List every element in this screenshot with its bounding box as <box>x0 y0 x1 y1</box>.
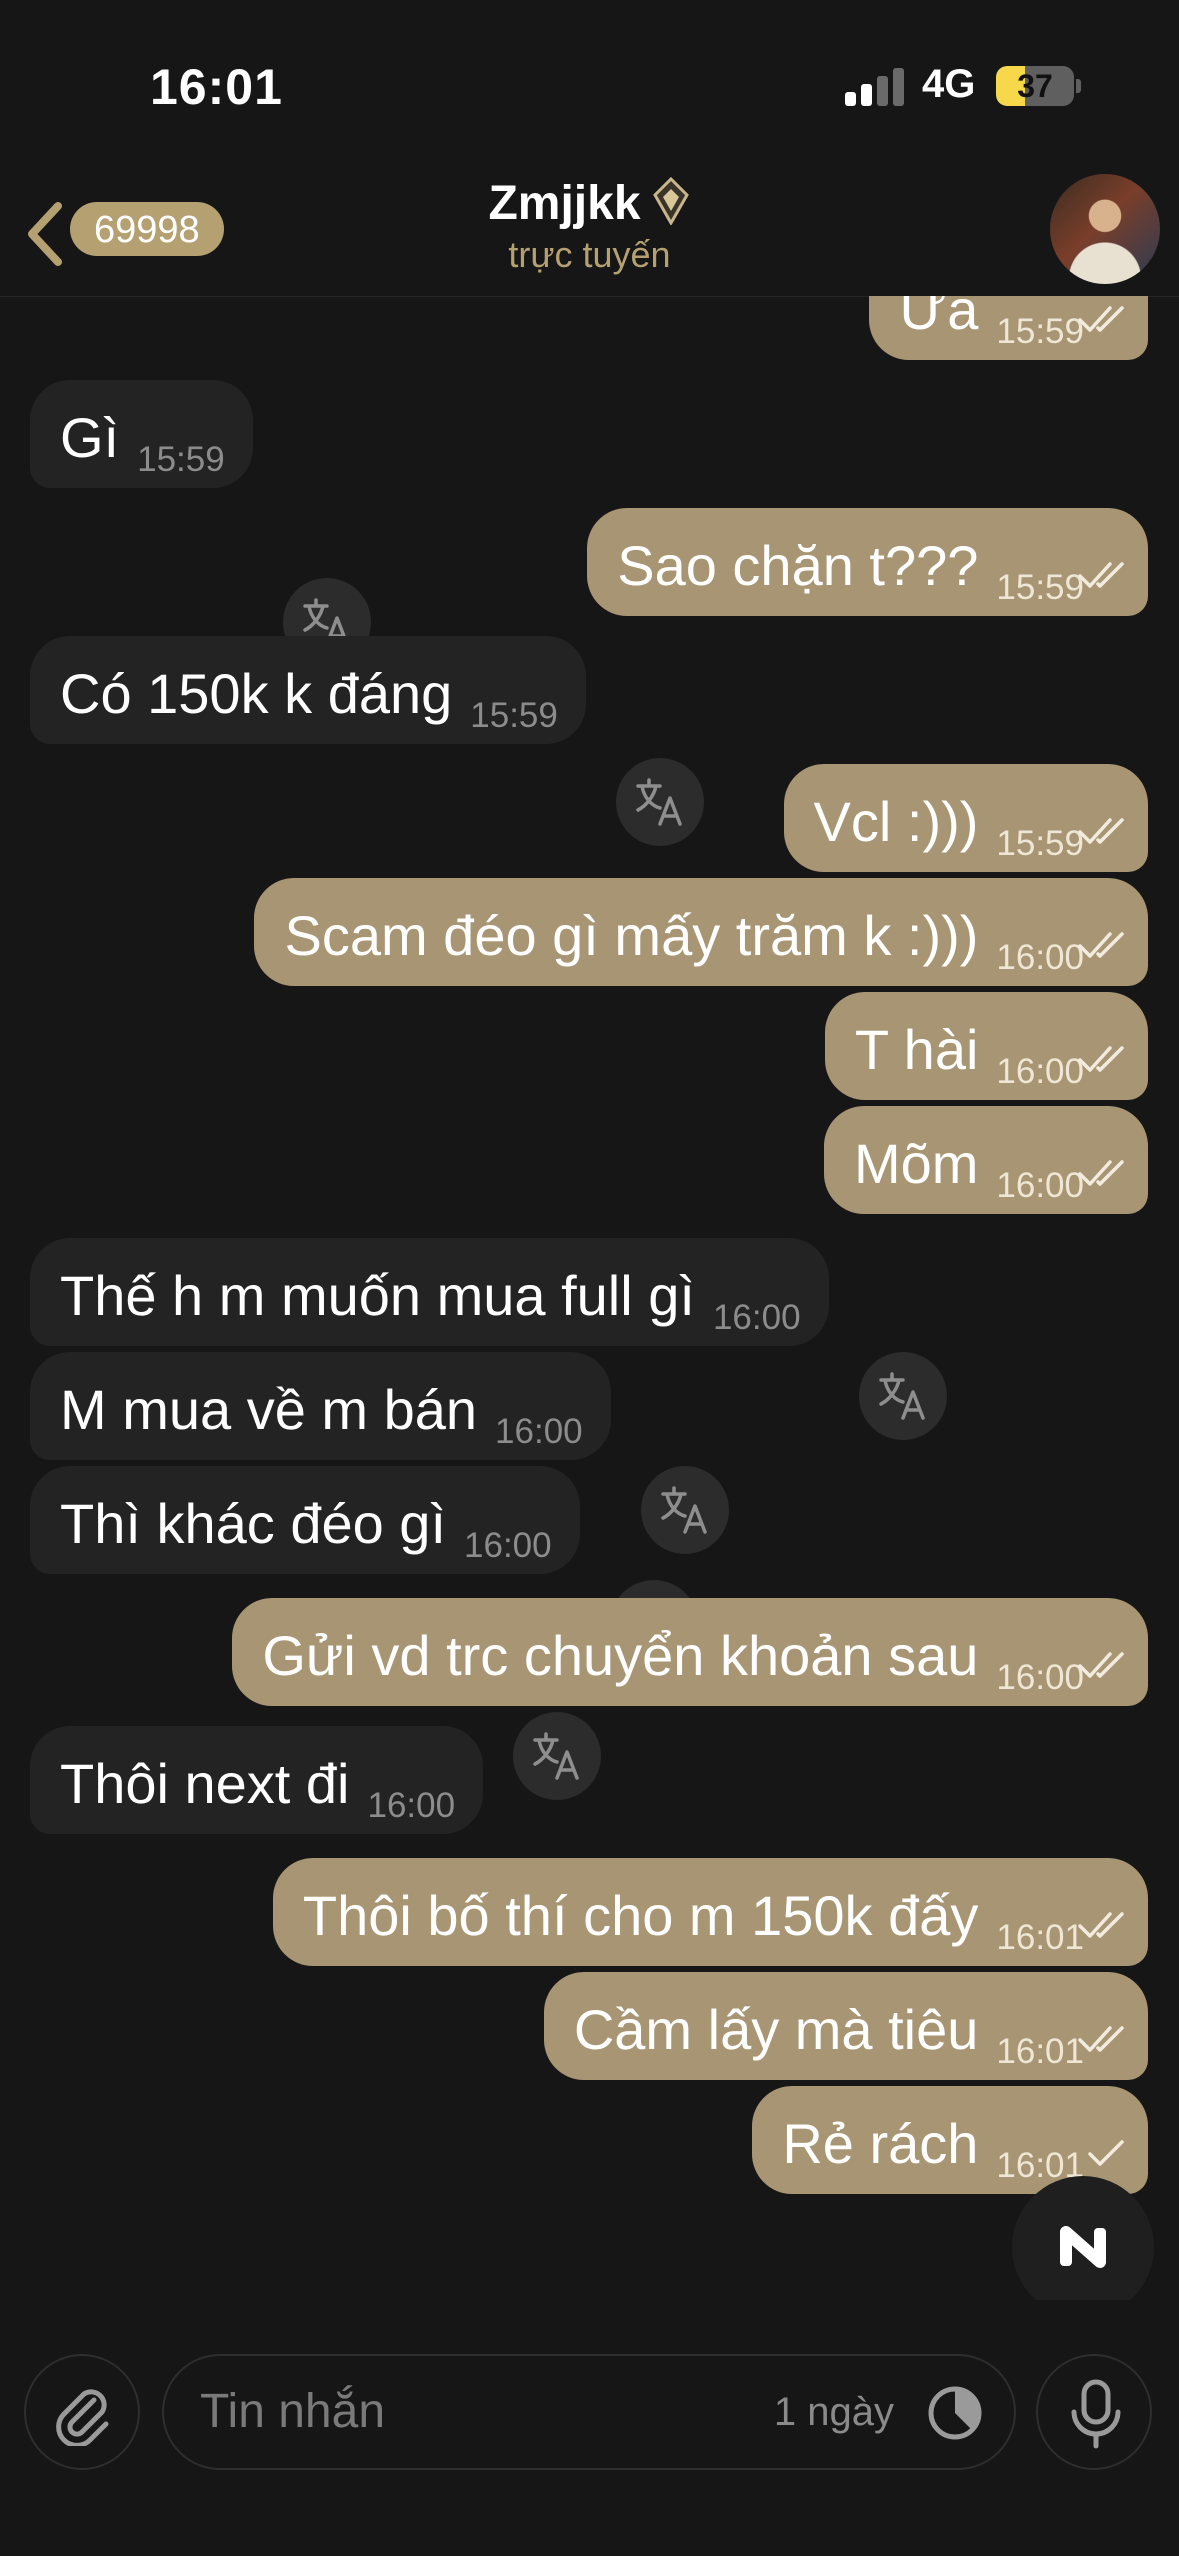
double-check-icon <box>1078 562 1124 588</box>
translate-button[interactable] <box>859 1352 947 1440</box>
self-destruct-timer-label[interactable]: 1 ngày <box>774 2356 894 2468</box>
message-text: Rẻ rách <box>782 2112 979 2176</box>
floating-app-button[interactable] <box>1012 2176 1154 2318</box>
message-text: Thế h m muốn mua full gì <box>60 1264 695 1328</box>
translate-button[interactable] <box>616 758 704 846</box>
contact-name: Zmjjkk <box>488 177 641 230</box>
message-text: Thôi next đi <box>60 1752 350 1816</box>
network-type: 4G <box>922 62 976 106</box>
check-icon <box>1088 2140 1124 2166</box>
message-time: 15:59 <box>996 568 1084 607</box>
incoming-message[interactable]: Có 150k k đáng 15:59 <box>30 636 586 744</box>
outgoing-message[interactable]: Scam đéo gì mấy trăm k :))) 16:00 <box>254 878 1148 986</box>
outgoing-message[interactable]: T hài 16:00 <box>824 992 1148 1100</box>
battery-icon: 37 <box>996 66 1074 106</box>
contact-avatar[interactable] <box>1050 174 1160 284</box>
attach-button[interactable] <box>24 2354 140 2470</box>
incoming-message[interactable]: Thôi next đi 16:00 <box>30 1726 484 1834</box>
message-time: 15:59 <box>470 696 558 735</box>
outgoing-message[interactable]: Vcl :))) 15:59 <box>783 764 1148 872</box>
message-text: Cầm lấy mà tiêu <box>573 1998 979 2062</box>
translate-icon <box>661 1486 707 1534</box>
message-time: 16:00 <box>367 1786 456 1825</box>
message-text: Mõm <box>853 1132 979 1196</box>
voice-message-button[interactable] <box>1036 2354 1152 2470</box>
message-time: 16:00 <box>996 1166 1084 1205</box>
presence-status: trực tuyến <box>508 234 671 275</box>
message-text: Thôi bố thí cho m 150k đấy <box>302 1884 979 1948</box>
chat-header: 69998 Zmjjkk trực tuyến <box>0 160 1179 297</box>
translate-icon <box>879 1372 925 1420</box>
app-logo-icon <box>1060 2226 1106 2268</box>
double-check-icon <box>1078 818 1124 844</box>
battery-cap <box>1076 79 1081 93</box>
status-bar: 16:01 4G 37 <box>0 0 1179 160</box>
message-text: Vcl :))) <box>813 790 979 854</box>
message-time: 15:59 <box>996 312 1084 351</box>
double-check-icon <box>1078 306 1124 332</box>
translate-icon <box>533 1732 579 1780</box>
timer-icon[interactable] <box>926 2384 984 2442</box>
outgoing-message[interactable]: Sao chặn t??? 15:59 <box>587 508 1148 616</box>
chat-title[interactable]: Zmjjkk <box>0 176 1179 231</box>
message-text: Ừa <box>899 296 979 342</box>
message-time: 16:00 <box>712 1298 801 1337</box>
incoming-message[interactable]: Gì 15:59 <box>30 380 253 488</box>
double-check-icon <box>1078 932 1124 958</box>
message-input[interactable]: Tin nhắn 1 ngày <box>162 2354 1016 2470</box>
message-text: Sao chặn t??? <box>617 534 979 598</box>
battery-percent: 37 <box>1017 68 1053 104</box>
outgoing-message[interactable]: Mõm 16:00 <box>823 1106 1148 1214</box>
double-check-icon <box>1078 2026 1124 2052</box>
status-time: 16:01 <box>150 59 283 115</box>
message-time: 16:00 <box>996 1658 1084 1697</box>
double-check-icon <box>1078 1652 1124 1678</box>
message-text: Thì khác đéo gì <box>60 1492 447 1556</box>
message-text: M mua về m bán <box>60 1378 478 1442</box>
message-text: Gì <box>60 406 120 470</box>
incoming-message[interactable]: Thì khác đéo gì 16:00 <box>30 1466 580 1574</box>
translate-button[interactable] <box>641 1466 729 1554</box>
incoming-message[interactable]: Thế h m muốn mua full gì 16:00 <box>30 1238 829 1346</box>
message-time: 16:00 <box>464 1526 552 1565</box>
translate-button[interactable] <box>513 1712 601 1800</box>
double-check-icon <box>1078 1046 1124 1072</box>
double-check-icon <box>1078 1912 1124 1938</box>
translate-icon <box>636 778 682 826</box>
incoming-message[interactable]: M mua về m bán 16:00 <box>30 1352 611 1460</box>
message-text: Có 150k k đáng <box>60 662 453 726</box>
outgoing-message[interactable]: Ừa 15:59 <box>869 296 1148 360</box>
message-text: Gửi vd trc chuyển khoản sau <box>262 1624 979 1688</box>
microphone-icon <box>1071 2379 1121 2449</box>
cellular-signal-icon <box>845 66 905 106</box>
gold-rank-badge-icon <box>652 177 689 225</box>
message-text: T hài <box>854 1018 979 1082</box>
double-check-icon <box>1078 1160 1124 1186</box>
paperclip-icon <box>56 2389 109 2446</box>
message-composer: Tin nhắn 1 ngày <box>0 2300 1179 2556</box>
message-list[interactable]: Ừa 15:59 Gì 15:59 Sao chặn t??? 15:59 Có 150k … <box>0 296 1179 2286</box>
outgoing-message[interactable]: Gửi vd trc chuyển khoản sau 16:00 <box>232 1598 1148 1706</box>
message-time: 15:59 <box>137 440 225 479</box>
message-text: Scam đéo gì mấy trăm k :))) <box>284 904 979 968</box>
outgoing-message[interactable]: Thôi bố thí cho m 150k đấy 16:01 <box>272 1858 1148 1966</box>
message-input-placeholder: Tin nhắn <box>200 2385 386 2438</box>
outgoing-message[interactable]: Cầm lấy mà tiêu 16:01 <box>543 1972 1148 2080</box>
